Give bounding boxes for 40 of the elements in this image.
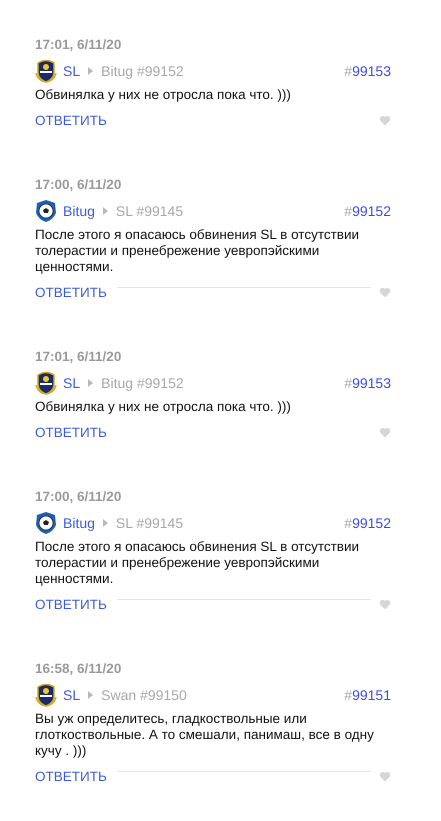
comment-number-link[interactable]: #99153 [344, 375, 391, 391]
shield-emblem-icon [35, 371, 57, 395]
comment-text: Обвинялка у них не отросла пока что. ))) [35, 87, 292, 103]
caret-icon [88, 379, 94, 387]
comment-time: 17:00, 6/11/20 [35, 489, 122, 504]
author-name[interactable]: Bitug [63, 515, 95, 531]
author-name[interactable]: SL [63, 687, 80, 703]
comment-number-link[interactable]: #99151 [344, 687, 391, 703]
reply-link[interactable]: ОТВЕТИТЬ [35, 597, 107, 612]
heart-icon[interactable] [379, 287, 391, 298]
caret-icon [102, 207, 108, 215]
reply-link[interactable]: ОТВЕТИТЬ [35, 285, 107, 300]
comment-text: После этого я опасаюсь обвинения SL в отсутствии толерастии и пренебрежение уевропэйскими ценностями. [35, 539, 360, 587]
caret-icon [102, 519, 108, 527]
comment-text: После этого я опасаюсь обвинения SL в отсутствии толерастии и пренебрежение уевропэйскими ценностями. [35, 227, 360, 275]
heart-icon[interactable] [379, 771, 391, 782]
reply-link[interactable]: ОТВЕТИТЬ [35, 769, 107, 784]
comment-text: Вы уж определитесь, гладкоствольные или глоткоствольные. А то смешали, панимаш, все в одну кучу . ))) [35, 711, 375, 759]
heart-icon[interactable] [379, 115, 391, 126]
author-name[interactable]: Bitug [63, 203, 95, 219]
comment-time: 17:01, 6/11/20 [35, 37, 122, 52]
comment-time: 17:00, 6/11/20 [35, 177, 122, 192]
comment-text: Обвинялка у них не отросла пока что. ))) [35, 399, 292, 415]
comment-time: 16:58, 6/11/20 [35, 661, 122, 676]
shield-emblem-icon [35, 59, 57, 83]
reply-link[interactable]: ОТВЕТИТЬ [35, 113, 107, 128]
author-name[interactable]: SL [63, 63, 80, 79]
heart-icon[interactable] [379, 599, 391, 610]
heart-icon[interactable] [379, 427, 391, 438]
soccer-ball-emblem-icon [35, 199, 57, 223]
comment-number-link[interactable]: #99152 [344, 515, 391, 531]
comment-time: 17:01, 6/11/20 [35, 349, 122, 364]
caret-icon [88, 691, 94, 699]
reply-link[interactable]: ОТВЕТИТЬ [35, 425, 107, 440]
shield-emblem-icon [35, 683, 57, 707]
comment-number-link[interactable]: #99152 [344, 203, 391, 219]
soccer-ball-emblem-icon [35, 511, 57, 535]
caret-icon [88, 67, 94, 75]
author-name[interactable]: SL [63, 375, 80, 391]
comment-number-link[interactable]: #99153 [344, 63, 391, 79]
